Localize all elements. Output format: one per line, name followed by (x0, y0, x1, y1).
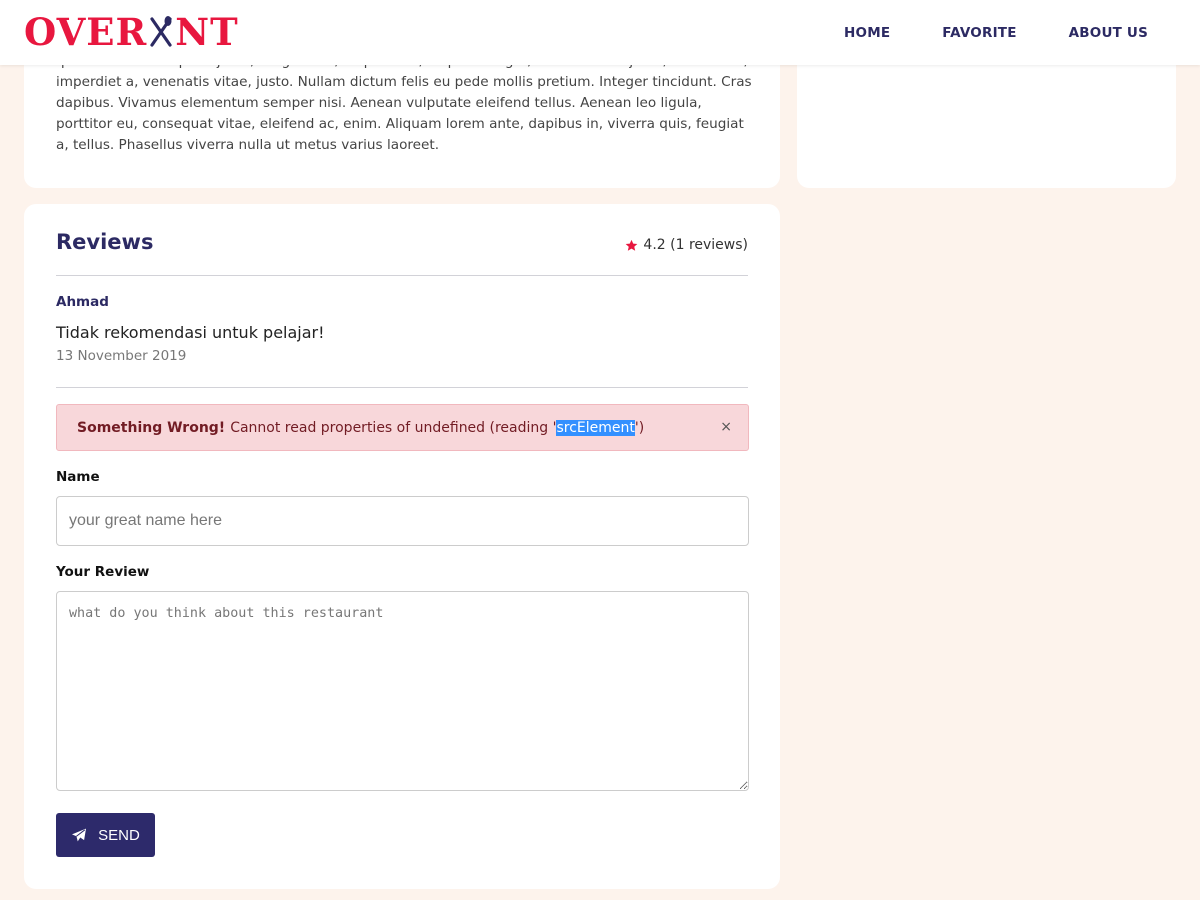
rating-text: 4.2 (1 reviews) (643, 237, 748, 253)
name-input[interactable] (56, 496, 749, 546)
main-nav: HOME FAVORITE ABOUT US (844, 0, 1200, 65)
logo-text-left: OVER (24, 10, 148, 54)
reviews-card: Reviews 4.2 (1 reviews) Ahmad Tidak reko… (24, 204, 780, 889)
review-label: Your Review (56, 564, 150, 580)
review-textarea[interactable] (56, 591, 749, 791)
paper-plane-icon (72, 828, 87, 842)
send-button[interactable]: SEND (56, 813, 155, 857)
top-navbar: OVER NT HOME FAVORITE ABOUT US (0, 0, 1200, 65)
alert-title: Something Wrong! (77, 419, 226, 436)
alert-message-before: Cannot read properties of undefined (rea… (230, 419, 557, 436)
alert-message-highlight: srcElement (556, 419, 635, 436)
nav-favorite-link[interactable]: FAVORITE (942, 25, 1016, 41)
star-icon (626, 239, 638, 251)
divider (56, 387, 748, 388)
nav-home-link[interactable]: HOME (844, 25, 890, 41)
rating-summary: 4.2 (1 reviews) (625, 237, 748, 253)
logo[interactable]: OVER NT (24, 10, 239, 54)
fork-knife-icon (150, 16, 172, 47)
review-date: 13 November 2019 (56, 348, 187, 364)
send-button-label: SEND (98, 826, 140, 844)
name-label: Name (56, 469, 100, 485)
restaurant-description: quis enim. Donec pede justo, fringilla v… (56, 53, 752, 153)
reviews-title: Reviews (56, 230, 154, 254)
review-text: Tidak rekomendasi untuk pelajar! (56, 323, 325, 342)
error-alert: Something Wrong! Cannot read properties … (56, 404, 749, 451)
close-icon[interactable]: × (720, 419, 732, 435)
nav-about-link[interactable]: ABOUT US (1069, 25, 1148, 41)
divider (56, 275, 748, 276)
reviewer-name: Ahmad (56, 294, 109, 310)
logo-text-right: NT (175, 10, 239, 54)
alert-message-after: ') (634, 419, 645, 436)
